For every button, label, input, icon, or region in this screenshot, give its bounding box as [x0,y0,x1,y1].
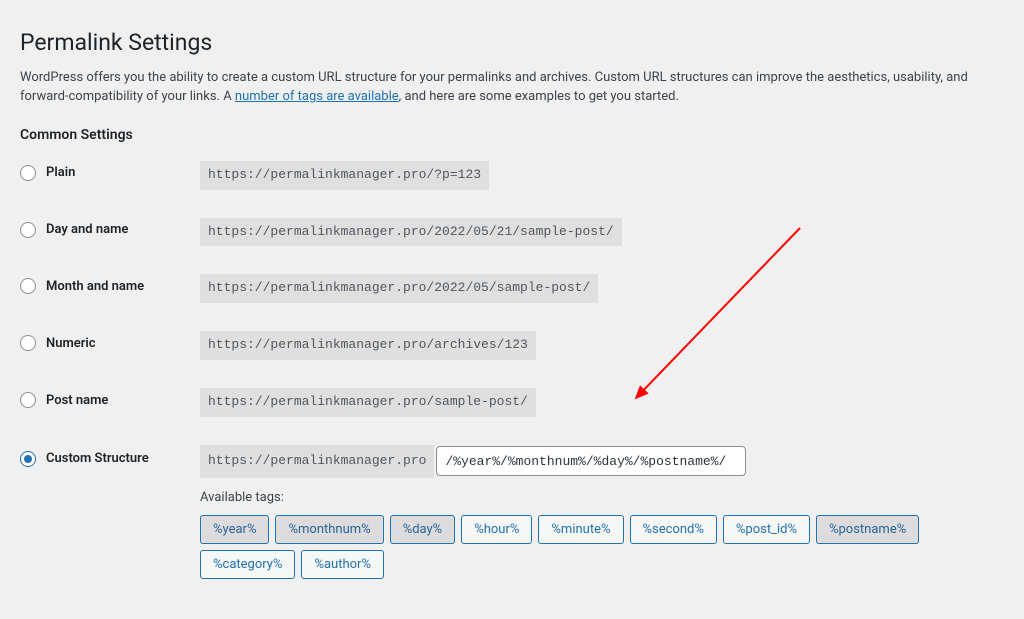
option-postname-label: Post name [46,393,108,408]
radio-monthname[interactable] [20,278,36,294]
custom-base-url: https://permalinkmanager.pro [200,445,434,478]
option-numeric-example: https://permalinkmanager.pro/archives/12… [200,331,536,360]
option-plain-example: https://permalinkmanager.pro/?p=123 [200,161,489,190]
option-monthname-row: Month and name https://permalinkmanager.… [20,274,1004,303]
permalink-options: Plain https://permalinkmanager.pro/?p=12… [20,161,1004,579]
settings-description: WordPress offers you the ability to crea… [20,68,1004,107]
option-monthname-label: Month and name [46,279,144,294]
option-dayname[interactable]: Day and name [20,218,200,238]
option-custom-row: Custom Structure https://permalinkmanage… [20,445,1004,579]
option-plain-row: Plain https://permalinkmanager.pro/?p=12… [20,161,1004,190]
radio-dayname[interactable] [20,222,36,238]
option-numeric-label: Numeric [46,336,96,351]
option-monthname-example: https://permalinkmanager.pro/2022/05/sam… [200,274,598,303]
custom-structure-input[interactable] [436,446,746,476]
option-dayname-example: https://permalinkmanager.pro/2022/05/21/… [200,218,622,247]
option-numeric-row: Numeric https://permalinkmanager.pro/arc… [20,331,1004,360]
radio-postname[interactable] [20,392,36,408]
available-tags-label: Available tags: [200,490,1004,505]
tag-button-second[interactable]: %second% [630,515,717,544]
tag-button-year[interactable]: %year% [200,515,269,544]
radio-custom[interactable] [20,451,36,467]
common-settings-heading: Common Settings [20,127,1004,143]
option-dayname-label: Day and name [46,222,128,237]
option-dayname-row: Day and name https://permalinkmanager.pr… [20,218,1004,247]
option-numeric[interactable]: Numeric [20,331,200,351]
tag-button-author[interactable]: %author% [301,550,384,579]
option-plain-label: Plain [46,165,75,180]
available-tags-row: %year%%monthnum%%day%%hour%%minute%%seco… [200,515,1004,579]
tag-button-postname[interactable]: %postname% [816,515,919,544]
tag-button-day[interactable]: %day% [390,515,456,544]
option-custom[interactable]: Custom Structure [20,445,200,467]
option-postname-row: Post name https://permalinkmanager.pro/s… [20,388,1004,417]
radio-plain[interactable] [20,165,36,181]
intro-text-after: , and here are some examples to get you … [399,89,679,104]
tag-button-monthnum[interactable]: %monthnum% [275,515,383,544]
option-postname[interactable]: Post name [20,388,200,408]
page-title: Permalink Settings [20,28,1004,58]
option-plain[interactable]: Plain [20,161,200,181]
option-monthname[interactable]: Month and name [20,274,200,294]
radio-numeric[interactable] [20,335,36,351]
tag-button-post_id[interactable]: %post_id% [723,515,810,544]
tag-button-hour[interactable]: %hour% [461,515,532,544]
option-postname-example: https://permalinkmanager.pro/sample-post… [200,388,536,417]
tag-button-minute[interactable]: %minute% [538,515,623,544]
option-custom-label: Custom Structure [46,451,149,466]
tag-button-category[interactable]: %category% [200,550,295,579]
tags-doc-link[interactable]: number of tags are available [235,89,399,104]
